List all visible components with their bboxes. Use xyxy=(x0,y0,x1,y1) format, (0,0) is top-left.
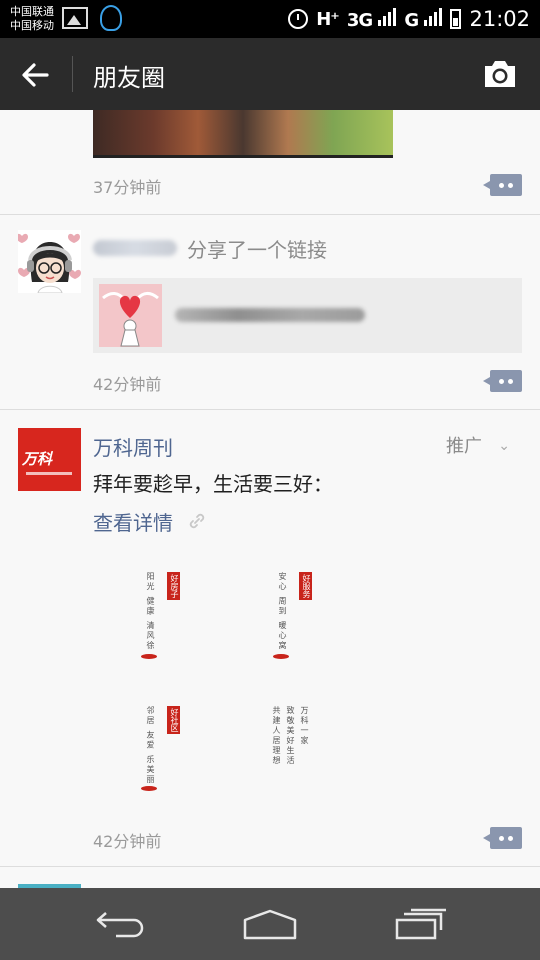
shared-link-card[interactable] xyxy=(93,278,522,353)
recent-apps-nav-icon[interactable] xyxy=(394,908,448,940)
share-label: 分享了一个链接 xyxy=(187,238,327,262)
link-title-blurred xyxy=(175,308,365,322)
qq-notification-icon xyxy=(100,5,122,31)
view-details-link[interactable]: 查看详情 xyxy=(93,507,173,536)
post-image[interactable] xyxy=(93,110,393,158)
poster-seal: 好房子 xyxy=(167,572,180,600)
network-type-2: 3G xyxy=(346,9,373,31)
avatar[interactable] xyxy=(18,230,81,293)
navigation-bar xyxy=(0,888,540,960)
carrier-1: 中国联通 xyxy=(10,5,54,18)
link-icon xyxy=(189,513,205,529)
post-poster-image[interactable]: 阳光 健康 清风徐 好房子 安心 周到 暖心窝 好服务 邻居 友爱 乐美丽 好社… xyxy=(95,546,395,810)
camera-icon[interactable] xyxy=(482,58,518,90)
network-type-1: H⁺ xyxy=(316,8,340,30)
battery-icon xyxy=(450,9,462,29)
post-divider xyxy=(0,409,540,410)
image-notification-icon xyxy=(62,7,88,29)
status-bar: 中国联通 中国移动 H⁺ 3G G 21:02 xyxy=(0,0,540,38)
arrow-left-icon[interactable] xyxy=(20,60,50,90)
promo-label[interactable]: 推广 xyxy=(446,432,482,458)
post-text: 拜年要趁早，生活要三好： xyxy=(93,472,333,496)
carrier-info: 中国联通 中国移动 xyxy=(10,5,54,33)
post-time: 42分钟前 xyxy=(93,832,162,851)
poster-text: 共建人居理想 xyxy=(272,706,281,766)
link-thumbnail xyxy=(99,284,162,347)
alarm-icon xyxy=(288,9,309,29)
post-time: 37分钟前 xyxy=(93,178,162,197)
post-time: 42分钟前 xyxy=(93,375,162,394)
carrier-2: 中国移动 xyxy=(10,19,54,32)
clock: 21:02 xyxy=(469,7,530,31)
network-type-3: G xyxy=(404,9,419,31)
poster-text: 万科一家 xyxy=(300,706,309,746)
comment-button[interactable] xyxy=(483,370,522,392)
status-icons: H⁺ 3G G 21:02 xyxy=(288,6,530,32)
signal-g-icon: G xyxy=(404,7,443,31)
page-title: 朋友圈 xyxy=(93,64,165,92)
home-nav-icon[interactable] xyxy=(242,908,298,940)
poster-text: 阳光 健康 清风徐 xyxy=(146,572,155,652)
post-divider xyxy=(0,866,540,867)
chevron-down-icon[interactable]: ⌄ xyxy=(498,438,510,454)
poster-seal: 好服务 xyxy=(299,572,312,600)
poster-text: 致敬美好生活 xyxy=(286,706,295,766)
moments-feed[interactable]: 37分钟前 分享了一个链接 42分钟前 万科 万科周刊 推广 ⌄ 拜年要趁早，生… xyxy=(0,110,540,888)
comment-button[interactable] xyxy=(483,174,522,196)
poster-text: 邻居 友爱 乐美丽 xyxy=(146,706,155,786)
post-divider xyxy=(0,214,540,215)
back-nav-icon[interactable] xyxy=(94,910,146,940)
appbar-divider xyxy=(72,56,73,92)
post-author[interactable]: 万科周刊 xyxy=(93,432,173,461)
poster-text: 安心 周到 暖心窝 xyxy=(278,572,287,652)
author-name-blurred[interactable] xyxy=(93,240,177,256)
vanke-logo-avatar[interactable]: 万科 xyxy=(18,428,81,491)
poster-seal: 好社区 xyxy=(167,706,180,734)
comment-button[interactable] xyxy=(483,827,522,849)
signal-3g-icon: 3G xyxy=(346,7,397,31)
vanke-logo-text: 万科 xyxy=(22,450,53,468)
app-bar: 朋友圈 xyxy=(0,38,540,110)
